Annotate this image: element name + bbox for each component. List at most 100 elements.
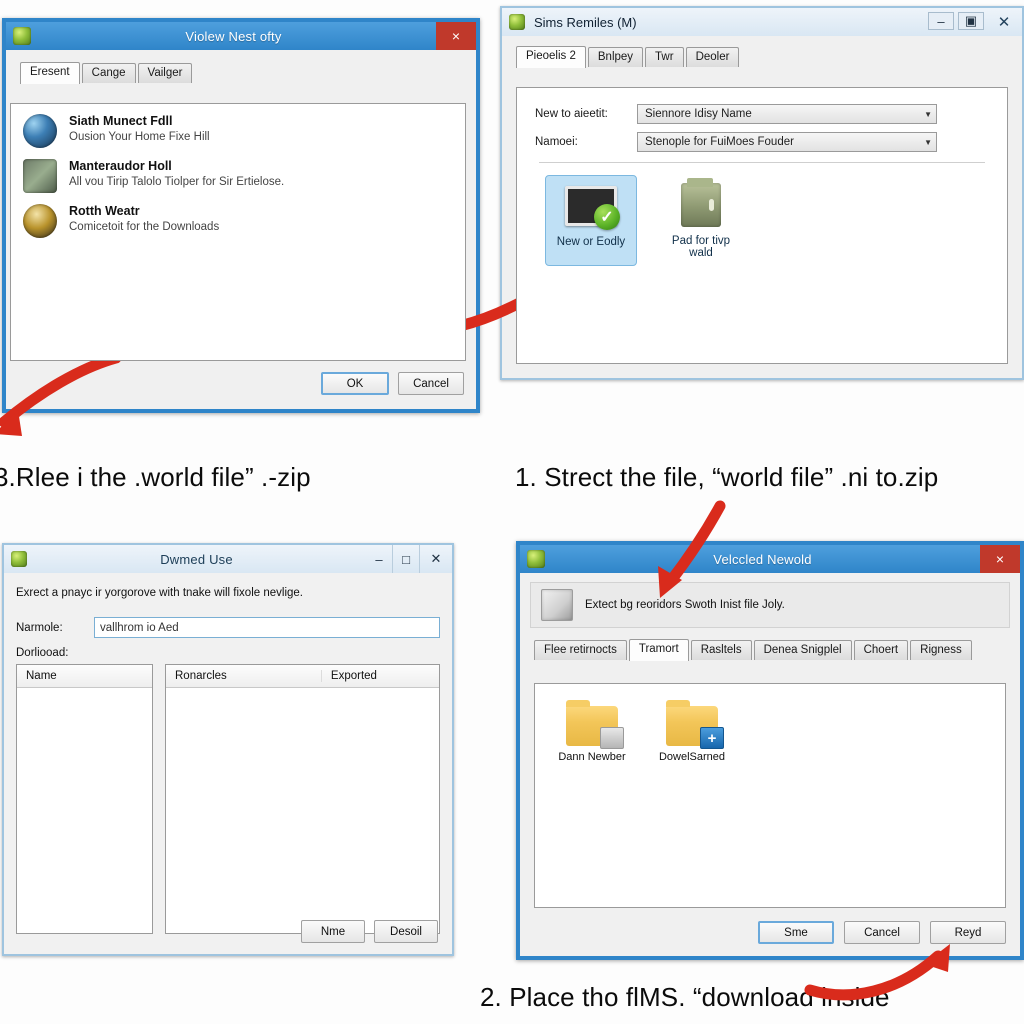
chevron-down-icon: ▼ — [924, 137, 932, 147]
tile-group: ✓ New or Eodly Pad for tivp wald — [535, 175, 989, 266]
form-row-new-to-aieetit: New to aieetit: Siennore Idisy Name ▼ — [535, 104, 989, 124]
titlebar[interactable]: Dwmed Use – □ ✕ — [4, 545, 452, 573]
right-listbox[interactable]: Ronarcles Exported — [165, 664, 440, 934]
list-item-subtitle: All vou Tirip Talolo Tiolper for Sir Ert… — [69, 176, 285, 188]
dialog-buttons: Sme Cancel Reyd — [758, 921, 1006, 944]
tab-bnlpey[interactable]: Bnlpey — [587, 47, 644, 67]
restore-icon[interactable]: □ — [392, 545, 420, 573]
folder-item[interactable]: Dann Newber — [549, 696, 635, 763]
combo-namoei[interactable]: Stenople for FuiMoes Fouder ▼ — [637, 132, 937, 152]
printer-icon — [659, 178, 743, 229]
window-controls: – □ ✕ — [366, 545, 452, 573]
divider — [539, 162, 985, 163]
field-label: Namoei: — [535, 136, 578, 148]
archive-icon — [541, 589, 573, 621]
close-icon[interactable]: × — [980, 545, 1020, 573]
name-input[interactable]: vallhrom io Aed — [94, 617, 440, 638]
tab-eresent[interactable]: Eresent — [20, 62, 80, 84]
tile-pad-for-tivp-wald[interactable]: Pad for tivp wald — [655, 175, 747, 266]
tab-denea-snigplel[interactable]: Denea Snigplel — [753, 640, 852, 660]
list-item-title: Rotth Weatr — [69, 204, 140, 218]
tab-vailger[interactable]: Vailger — [137, 63, 193, 83]
list-item[interactable]: Manteraudor Holl All vou Tirip Talolo Ti… — [23, 159, 453, 193]
chevron-down-icon: ▼ — [924, 109, 932, 119]
puzzle-icon — [23, 159, 57, 193]
restore-icon[interactable]: ▣ — [958, 12, 984, 30]
green-app-icon — [11, 551, 27, 567]
tabstrip: Pieoelis 2 Bnlpey Twr Deoler — [510, 44, 1014, 68]
cancel-button[interactable]: Cancel — [398, 372, 464, 395]
green-app-icon — [527, 550, 545, 568]
tabstrip: Eresent Cange Vailger — [16, 60, 466, 84]
titlebar[interactable]: Violew Nest ofty × — [6, 22, 476, 50]
tab-rigness[interactable]: Rigness — [910, 640, 972, 660]
field-label: Narmole: — [16, 621, 63, 634]
folder-item[interactable]: DowelSarned — [649, 696, 735, 763]
listbox-header: Name — [17, 665, 152, 688]
tab-panel[interactable]: Dann Newber DowelSarned — [534, 683, 1006, 908]
close-icon[interactable]: ✕ — [986, 8, 1022, 36]
form-row-narmole: Narmole: vallhrom io Aed — [16, 617, 440, 638]
window-sims-remiles[interactable]: Sims Remiles (M) – ▣ ✕ Pieoelis 2 Bnlpey… — [500, 6, 1024, 380]
window-velccled-newold[interactable]: Velccled Newold × Extect bg reoridors Sw… — [516, 541, 1024, 960]
folder-label: Dann Newber — [558, 751, 626, 763]
window-title: Dwmed Use — [160, 551, 233, 567]
folder-label: DowelSarned — [658, 751, 726, 763]
dialog-buttons: Nme Desoil — [301, 920, 438, 943]
titlebar[interactable]: Velccled Newold × — [520, 545, 1020, 573]
dialog-buttons: OK Cancel — [321, 372, 464, 395]
list-item[interactable]: Rotth Weatr Comicetoit for the Downloads — [23, 204, 453, 238]
caption-step-1: 1. Strect the file, “world file” .ni to.… — [515, 462, 939, 492]
nme-button[interactable]: Nme — [301, 920, 365, 943]
tab-rasltels[interactable]: Rasltels — [690, 640, 752, 660]
green-app-icon — [13, 27, 31, 45]
minimize-icon[interactable]: – — [928, 12, 954, 30]
folder-icon — [649, 696, 735, 749]
left-listbox[interactable]: Name — [16, 664, 153, 934]
tab-cange[interactable]: Cange — [81, 63, 136, 83]
desoil-button[interactable]: Desoil — [374, 920, 438, 943]
tab-twr[interactable]: Twr — [645, 47, 684, 67]
window-violew-nest-ofty[interactable]: Violew Nest ofty × Eresent Cange Vailger… — [2, 18, 480, 413]
window-client-area: Eresent Cange Vailger Siath Munect Fdll … — [6, 50, 476, 409]
form-row-namoei: Namoei: Stenople for FuiMoes Fouder ▼ — [535, 132, 989, 152]
combo-new-to-aieetit[interactable]: Siennore Idisy Name ▼ — [637, 104, 937, 124]
tab-flee-retirnocts[interactable]: Flee retirnocts — [534, 640, 627, 660]
tabstrip: Flee retirnocts Tramort Rasltels Denea S… — [530, 637, 1010, 661]
tab-panel: New to aieetit: Siennore Idisy Name ▼ Na… — [516, 87, 1008, 364]
column-header-ronarcles: Ronarcles — [175, 670, 227, 682]
tab-deoler[interactable]: Deoler — [685, 47, 740, 67]
green-app-icon — [509, 14, 525, 30]
download-label: Dorliooad: — [16, 647, 69, 659]
listbox-header: Ronarcles Exported — [166, 665, 439, 688]
window-controls: – ▣ ✕ — [926, 8, 1022, 36]
list-item-title: Manteraudor Holl — [69, 159, 172, 173]
window-dwmed-use[interactable]: Dwmed Use – □ ✕ Exrect a pnayc ir yorgor… — [2, 543, 454, 956]
list-item[interactable]: Siath Munect Fdll Ousion Your Home Fixe … — [23, 114, 453, 148]
column-header-exported: Exported — [320, 670, 439, 682]
ok-button[interactable]: OK — [321, 372, 389, 395]
caption-step-2: 2. Place tho flMS. “download inside — [480, 982, 890, 1012]
list-item-subtitle: Comicetoit for the Downloads — [69, 221, 220, 233]
close-icon[interactable]: × — [436, 22, 476, 50]
screenshot-stage: Violew Nest ofty × Eresent Cange Vailger… — [0, 0, 1024, 1024]
tab-tramort[interactable]: Tramort — [628, 639, 689, 661]
tab-choert[interactable]: Choert — [853, 640, 909, 660]
column-header-name: Name — [26, 670, 57, 682]
banner-text: Extect bg reoridors Swoth Inist file Jol… — [585, 599, 785, 611]
folder-grid: Dann Newber DowelSarned — [535, 684, 1005, 763]
sme-button[interactable]: Sme — [758, 921, 834, 944]
window-client-area: Exrect a pnayc ir yorgorove with tnake w… — [4, 573, 452, 954]
lists-row: Name Ronarcles Exported — [16, 664, 440, 934]
close-icon[interactable]: ✕ — [420, 545, 452, 573]
tab-pieoelis-2[interactable]: Pieoelis 2 — [516, 46, 586, 68]
monitor-check-icon: ✓ — [550, 182, 632, 230]
minimize-icon[interactable]: – — [366, 545, 392, 573]
feature-list: Siath Munect Fdll Ousion Your Home Fixe … — [11, 104, 465, 259]
tile-label: Pad for tivp wald — [671, 235, 731, 259]
cancel-button[interactable]: Cancel — [844, 921, 920, 944]
titlebar[interactable]: Sims Remiles (M) – ▣ ✕ — [502, 8, 1022, 36]
reyd-button[interactable]: Reyd — [930, 921, 1006, 944]
tab-panel: Siath Munect Fdll Ousion Your Home Fixe … — [10, 103, 466, 361]
tile-new-or-eodly[interactable]: ✓ New or Eodly — [545, 175, 637, 266]
